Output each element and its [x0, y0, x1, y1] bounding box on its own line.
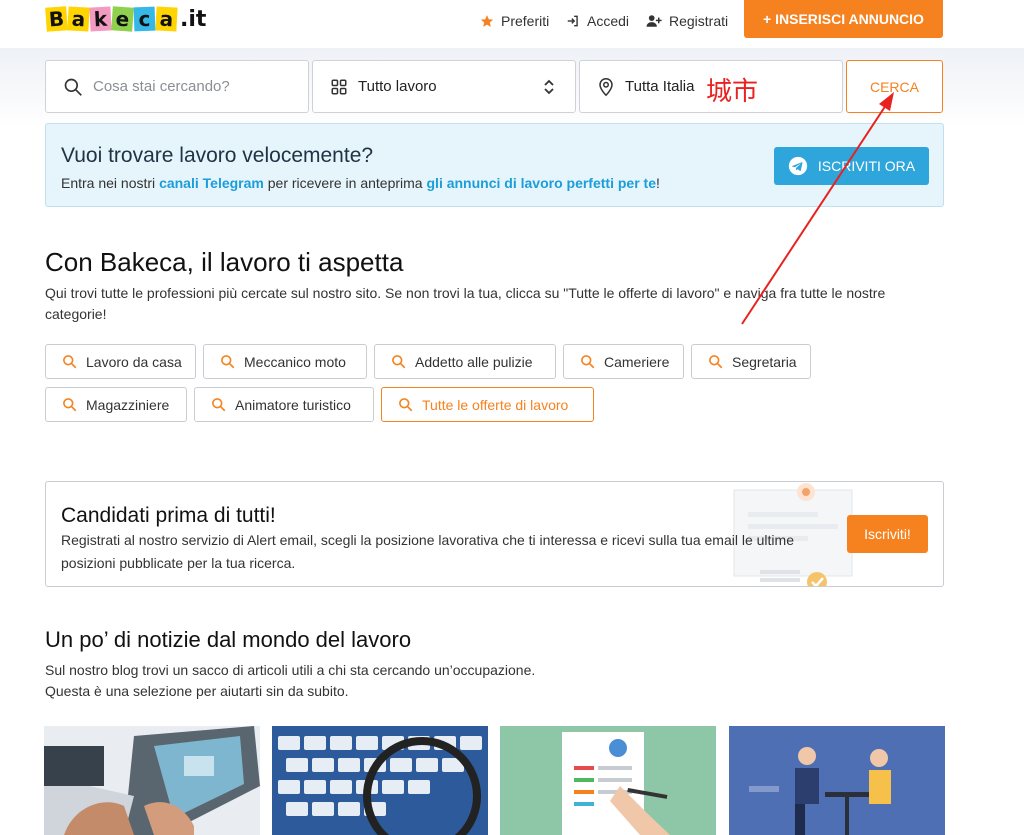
logo-letter: e	[111, 6, 134, 32]
blog-image-interview[interactable]	[729, 726, 945, 835]
location-pin-icon	[597, 77, 615, 97]
telegram-icon	[788, 156, 808, 176]
login-icon	[566, 14, 580, 28]
logo-letter: B	[45, 6, 68, 32]
search-icon	[62, 354, 77, 369]
annotation-label: 城市	[706, 77, 759, 107]
search-button[interactable]: CERCA	[846, 60, 943, 113]
chip-label: Segretaria	[732, 353, 797, 370]
search-input[interactable]: Cosa stai cercando?	[45, 60, 309, 113]
telegram-button-label: ISCRIVITI ORA	[817, 158, 916, 174]
chip-label: Animatore turistico	[235, 396, 351, 413]
alert-email-card: Candidati prima di tutti! Registrati al …	[45, 481, 944, 587]
search-placeholder: Cosa stai cercando?	[93, 78, 230, 95]
chip-meccanico-moto[interactable]: Meccanico moto	[203, 344, 367, 379]
logo-letter: a	[155, 6, 178, 32]
telegram-subscribe-button[interactable]: ISCRIVITI ORA	[774, 147, 929, 185]
chip-cameriere[interactable]: Cameriere	[563, 344, 684, 379]
location-value: Tutta Italia	[625, 78, 695, 95]
telegram-channels-link[interactable]: canali Telegram	[159, 175, 264, 191]
blog-image-cv[interactable]	[500, 726, 716, 835]
chevron-updown-icon	[543, 78, 555, 100]
search-icon	[220, 354, 235, 369]
logo-letter: c	[133, 6, 156, 32]
chip-segretaria[interactable]: Segretaria	[691, 344, 811, 379]
news-title: Un po’ di notizie dal mondo del lavoro	[45, 627, 412, 652]
alert-card-title: Candidati prima di tutti!	[61, 504, 276, 527]
telegram-banner: Vuoi trovare lavoro velocemente? Entra n…	[45, 123, 944, 207]
nav-accedi-label: Accedi	[587, 13, 630, 29]
search-icon	[211, 397, 226, 412]
logo-letter: k	[89, 6, 112, 32]
chip-label: Lavoro da casa	[86, 353, 182, 370]
search-icon	[63, 77, 83, 97]
blog-image-laptop[interactable]	[44, 726, 260, 835]
telegram-ads-link[interactable]: gli annunci di lavoro perfetti per te	[427, 175, 656, 191]
chip-label: Magazziniere	[86, 396, 170, 413]
chip-label: Tutte le offerte di lavoro	[422, 396, 569, 413]
chip-animatore-turistico[interactable]: Animatore turistico	[194, 387, 374, 422]
grid-icon	[330, 78, 348, 96]
categories-title: Con Bakeca, il lavoro ti aspetta	[45, 247, 404, 277]
chip-lavoro-da-casa[interactable]: Lavoro da casa	[45, 344, 196, 379]
nav-preferiti[interactable]: Preferiti	[480, 11, 549, 31]
user-plus-icon	[646, 14, 662, 28]
search-icon	[580, 354, 595, 369]
category-value: Tutto lavoro	[358, 78, 437, 95]
search-icon	[398, 397, 413, 412]
news-line-2: Questa è una selezione per aiutarti sin …	[45, 683, 349, 699]
chip-tutte-offerte[interactable]: Tutte le offerte di lavoro	[381, 387, 594, 422]
categories-description: Qui trovi tutte le professioni più cerca…	[45, 285, 886, 322]
site-header: B a k e c a .it Preferiti Accedi Registr…	[0, 0, 1024, 48]
logo-suffix: .it	[180, 6, 207, 32]
chip-label: Cameriere	[604, 353, 670, 370]
telegram-text: Entra nei nostri canali Telegram per ric…	[61, 175, 660, 191]
telegram-text-before: Entra nei nostri	[61, 175, 160, 191]
alert-card-text: Registrati al nostro servizio di Alert e…	[61, 532, 794, 571]
telegram-text-middle: per ricevere in anteprima	[263, 175, 427, 191]
blog-image-keyboard[interactable]	[272, 726, 488, 835]
insert-ad-button[interactable]: + INSERISCI ANNUNCIO	[744, 0, 943, 38]
news-line-1: Sul nostro blog trovi un sacco di artico…	[45, 662, 536, 678]
chip-magazziniere[interactable]: Magazziniere	[45, 387, 187, 422]
bakeca-logo[interactable]: B a k e c a .it	[45, 6, 207, 32]
search-icon	[708, 354, 723, 369]
nav-accedi[interactable]: Accedi	[566, 11, 629, 31]
search-icon	[391, 354, 406, 369]
telegram-text-after: !	[655, 175, 660, 191]
alert-subscribe-button[interactable]: Iscriviti!	[847, 515, 928, 553]
search-icon	[62, 397, 77, 412]
telegram-title: Vuoi trovare lavoro velocemente?	[61, 144, 374, 167]
nav-registrati-label: Registrati	[669, 13, 729, 29]
category-select[interactable]: Tutto lavoro	[312, 60, 576, 113]
logo-letter: a	[67, 6, 90, 32]
star-icon	[480, 14, 494, 28]
chip-label: Addetto alle pulizie	[415, 353, 533, 370]
chip-addetto-pulizie[interactable]: Addetto alle pulizie	[374, 344, 556, 379]
nav-preferiti-label: Preferiti	[501, 13, 550, 29]
chip-label: Meccanico moto	[244, 353, 346, 370]
nav-registrati[interactable]: Registrati	[646, 11, 728, 31]
